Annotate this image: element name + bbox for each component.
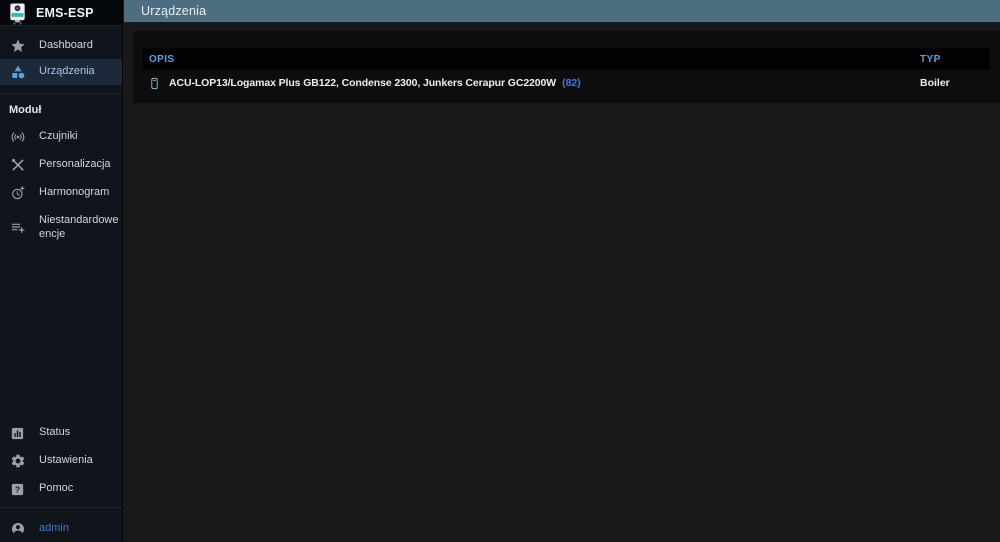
device-description: ACU-LOP13/Logamax Plus GB122, Condense 2… bbox=[169, 77, 557, 89]
sidebar-item-label: Dashboard bbox=[39, 39, 93, 52]
sidebar-item-label: Niestandardowe encje bbox=[39, 214, 119, 240]
sidebar: EMS-ESP Dashboard Urządzenia Moduł Czujn… bbox=[0, 0, 123, 542]
sidebar-item-schedule[interactable]: Harmonogram bbox=[0, 179, 122, 207]
device-type: Boiler bbox=[920, 77, 950, 89]
sidebar-item-label: Czujniki bbox=[39, 130, 78, 143]
sidebar-module-nav: Czujniki Personalizacja Harmonogram Nies… bbox=[0, 121, 122, 249]
devices-panel: OPIS TYP ACU-LOP13/Logamax Plus GB122, C… bbox=[133, 31, 1000, 103]
thermostat-icon bbox=[148, 75, 161, 92]
sidebar-item-status[interactable]: Status bbox=[0, 419, 122, 447]
column-header-opis[interactable]: OPIS bbox=[143, 54, 175, 65]
sidebar-item-custom-entities[interactable]: Niestandardowe encje bbox=[0, 207, 122, 249]
sidebar-nav: Dashboard Urządzenia bbox=[0, 26, 122, 85]
sidebar-item-label: Status bbox=[39, 426, 71, 439]
app-logo-icon bbox=[10, 2, 25, 25]
sidebar-item-dashboard[interactable]: Dashboard bbox=[0, 33, 122, 59]
sensors-icon bbox=[9, 129, 26, 146]
question-icon: ? bbox=[9, 481, 26, 498]
table-header: OPIS TYP bbox=[143, 48, 990, 70]
account-circle-icon bbox=[9, 521, 26, 538]
sidebar-item-label: Ustawienia bbox=[39, 454, 93, 467]
sidebar-item-label: Urządzenia bbox=[39, 65, 95, 78]
app-title: EMS-ESP bbox=[36, 5, 94, 20]
gear-icon bbox=[9, 453, 26, 470]
clock-plus-icon bbox=[9, 185, 26, 202]
username-link: admin bbox=[39, 522, 69, 535]
sidebar-item-customization[interactable]: Personalizacja bbox=[0, 151, 122, 179]
star-icon bbox=[9, 38, 26, 55]
table-row[interactable]: ACU-LOP13/Logamax Plus GB122, Condense 2… bbox=[143, 70, 990, 96]
sidebar-item-devices[interactable]: Urządzenia bbox=[0, 59, 122, 85]
svg-text:?: ? bbox=[15, 485, 20, 494]
sidebar-section-modul: Moduł bbox=[9, 104, 42, 116]
column-header-typ[interactable]: TYP bbox=[920, 54, 941, 65]
category-icon bbox=[9, 64, 26, 81]
page-title: Urządzenia bbox=[141, 4, 207, 18]
sidebar-header: EMS-ESP bbox=[0, 0, 122, 26]
tools-icon bbox=[9, 157, 26, 174]
divider bbox=[0, 507, 122, 508]
sidebar-item-label: Pomoc bbox=[39, 482, 74, 495]
playlist-add-icon bbox=[9, 220, 26, 237]
sidebar-item-label: Personalizacja bbox=[39, 158, 111, 171]
main-content: Urządzenia OPIS TYP ACU-LOP13/Logamax Pl… bbox=[124, 0, 1000, 542]
sidebar-bottom-group: Status Ustawienia ? Pomoc admin bbox=[0, 419, 122, 542]
sidebar-item-help[interactable]: ? Pomoc bbox=[0, 475, 122, 503]
sidebar-item-admin[interactable]: admin bbox=[0, 516, 122, 542]
bar-chart-icon bbox=[9, 425, 26, 442]
sidebar-item-label: Harmonogram bbox=[39, 186, 110, 199]
device-id-link[interactable]: (82) bbox=[562, 77, 581, 89]
sidebar-item-settings[interactable]: Ustawienia bbox=[0, 447, 122, 475]
sidebar-item-sensors[interactable]: Czujniki bbox=[0, 123, 122, 151]
app-bar: Urządzenia bbox=[124, 0, 1000, 22]
